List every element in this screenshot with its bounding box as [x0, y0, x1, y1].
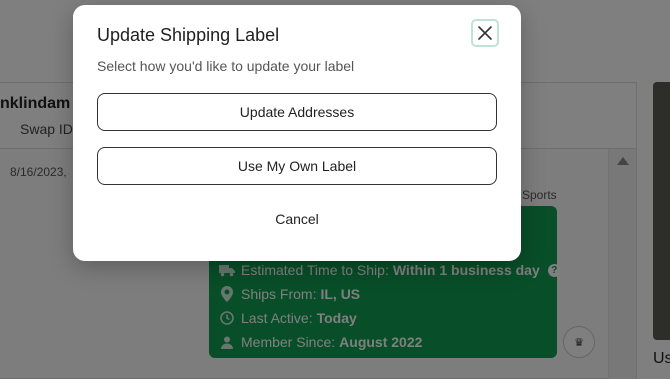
close-button[interactable]	[471, 19, 499, 47]
close-icon	[478, 26, 492, 40]
update-shipping-label-modal: Update Shipping Label Select how you'd l…	[73, 5, 521, 261]
update-addresses-button[interactable]: Update Addresses	[97, 93, 497, 131]
cancel-button[interactable]: Cancel	[247, 208, 347, 230]
modal-title: Update Shipping Label	[97, 25, 280, 45]
use-my-own-label-button[interactable]: Use My Own Label	[97, 147, 497, 185]
modal-subtitle: Select how you'd like to update your lab…	[97, 58, 355, 74]
